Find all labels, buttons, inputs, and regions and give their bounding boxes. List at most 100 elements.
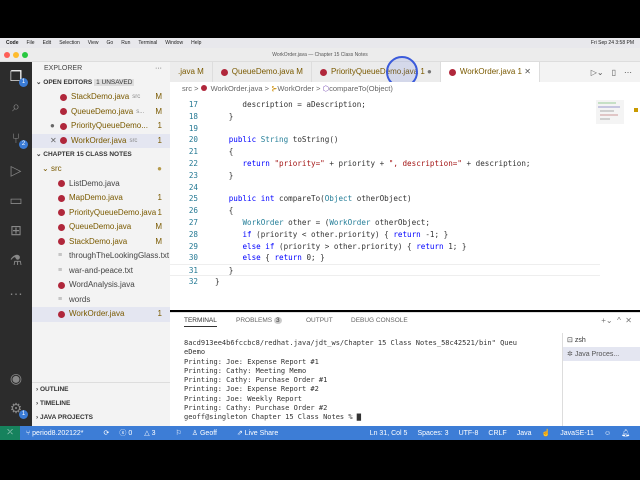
problems-indicator[interactable]: ⓧ 0 △ 3 (119, 428, 165, 438)
maximize-panel-icon[interactable]: ^ (617, 316, 621, 325)
indentation[interactable]: Spaces: 3 (417, 430, 448, 437)
folder-src[interactable]: ⌄ src ● (32, 162, 170, 177)
tab-problems[interactable]: PROBLEMS 3 (236, 317, 282, 324)
user-indicator[interactable]: ♙ Geoff (192, 429, 227, 437)
split-editor-icon[interactable]: ▯ (612, 68, 616, 77)
open-editor-item[interactable]: ● PriorityQueueDemo... 1 (32, 119, 170, 134)
file-item[interactable]: ≡ war-and-peace.txt (32, 264, 170, 279)
crumb-file[interactable]: WorkOrder.java (211, 84, 263, 93)
menu-selection[interactable]: Selection (59, 40, 80, 46)
java-projects-section[interactable]: › JAVA PROJECTS (32, 411, 170, 425)
tab-partial[interactable]: .java M (170, 62, 213, 82)
code-line[interactable]: 23 } (170, 170, 600, 182)
account-icon[interactable]: ◉ (6, 368, 26, 388)
menu-window[interactable]: Window (165, 40, 183, 46)
menu-app[interactable]: Code (6, 40, 19, 46)
close-window-button[interactable] (4, 52, 10, 58)
outline-section[interactable]: › OUTLINE (32, 383, 170, 397)
search-icon[interactable]: ⌕ (6, 96, 26, 116)
code-line[interactable]: 20 public String toString() (170, 134, 600, 146)
file-item[interactable]: ≡ throughTheLookingGlass.txt (32, 249, 170, 264)
code-line[interactable]: 26 { (170, 205, 600, 217)
code-line[interactable]: 21 { (170, 146, 600, 158)
code-line[interactable]: 32} (170, 276, 600, 288)
clock[interactable]: Fri Sep 24 3:58 PM (591, 40, 640, 46)
menu-terminal[interactable]: Terminal (138, 40, 157, 46)
remote-explorer-icon[interactable]: ▭ (6, 190, 26, 210)
menu-view[interactable]: View (88, 40, 99, 46)
more-icon[interactable]: … (6, 280, 26, 300)
explorer-icon[interactable]: ❐ 1 (6, 66, 28, 87)
crumb-method[interactable]: compareTo(Object) (329, 84, 393, 93)
code-line[interactable]: 18 } (170, 111, 600, 123)
file-item[interactable]: QueueDemo.java M (32, 220, 170, 235)
more-actions-button[interactable]: ··· (155, 62, 170, 76)
open-editor-item[interactable]: StackDemo.java src M (32, 90, 170, 105)
code-line[interactable]: 25 public int compareTo(Object otherObje… (170, 193, 600, 205)
language-mode[interactable]: Java (517, 430, 532, 437)
file-item[interactable]: WordAnalysis.java (32, 278, 170, 293)
run-icon[interactable]: ▷⌄ (591, 68, 604, 77)
code-line[interactable]: 22 return "priority=" + priority + ", de… (170, 158, 600, 170)
tab-output[interactable]: OUTPUT (306, 317, 333, 324)
open-editor-item[interactable]: ✕ WorkOrder.java src 1 (32, 133, 170, 149)
notifications-bell-icon[interactable]: 🔔︎ (621, 429, 630, 437)
code-line[interactable]: 27 WorkOrder other = (WorkOrder otherObj… (170, 217, 600, 229)
debug-status-icon[interactable]: ⚐ (175, 429, 181, 437)
more-icon[interactable]: ⋯ (624, 68, 632, 77)
code-line[interactable]: 19 (170, 123, 600, 135)
terminal-java[interactable]: ✲ Java Proces... (563, 347, 640, 361)
code-line[interactable]: 29 else if (priority > other.priority) {… (170, 241, 600, 253)
testing-icon[interactable]: ⚗ (6, 250, 26, 270)
minimap[interactable] (596, 100, 624, 124)
open-editor-marker-icon[interactable]: ● (50, 119, 60, 134)
terminal-zsh[interactable]: ⊡ zsh (563, 333, 640, 347)
menu-run[interactable]: Run (121, 40, 130, 46)
thumbs-up-icon[interactable]: ☝ (542, 429, 551, 437)
zoom-window-button[interactable] (22, 52, 28, 58)
new-terminal-icon[interactable]: +⌄ (601, 316, 612, 325)
code-line[interactable]: 24 (170, 182, 600, 194)
sync-icon[interactable]: ⟳ (104, 429, 110, 437)
feedback-icon[interactable]: ☺ (604, 430, 611, 437)
live-share-button[interactable]: ⇗ Live Share (237, 429, 288, 437)
project-header[interactable]: ⌄ CHAPTER 15 CLASS NOTES (32, 148, 170, 162)
file-item[interactable]: ListDemo.java (32, 177, 170, 192)
file-item[interactable]: ≡ words (32, 293, 170, 308)
minimize-window-button[interactable] (13, 52, 19, 58)
settings-gear-icon[interactable]: ⚙ 1 (6, 398, 28, 419)
branch-indicator[interactable]: ⑂ period8.202122* (26, 430, 94, 437)
code-line[interactable]: 31 } (170, 264, 600, 277)
open-editors-header[interactable]: ⌄ OPEN EDITORS 1 UNSAVED (32, 76, 170, 90)
crumb-src[interactable]: src (182, 84, 192, 93)
timeline-section[interactable]: › TIMELINE (32, 397, 170, 411)
line-ending[interactable]: CRLF (488, 430, 506, 437)
menu-go[interactable]: Go (107, 40, 114, 46)
close-tab-icon[interactable]: ✕ (524, 62, 531, 82)
file-item[interactable]: MapDemo.java 1 (32, 191, 170, 206)
terminal-output[interactable]: 8acd913ee4b6fccbc8/redhat.java/jdt_ws/Ch… (184, 339, 517, 423)
code-line[interactable]: 17 description = aDescription; (170, 99, 600, 111)
code-line[interactable]: 28 if (priority < other.priority) { retu… (170, 229, 600, 241)
cursor-position[interactable]: Ln 31, Col 5 (370, 430, 408, 437)
code-line[interactable]: 30 else { return 0; } (170, 252, 600, 264)
encoding[interactable]: UTF-8 (459, 430, 479, 437)
tab-priorityqueuedemo[interactable]: PriorityQueueDemo.java 1 ● (311, 62, 441, 82)
file-item[interactable]: StackDemo.java M (32, 235, 170, 250)
open-editor-item[interactable]: QueueDemo.java s... M (32, 105, 170, 120)
close-panel-icon[interactable]: ✕ (625, 316, 632, 325)
menu-edit[interactable]: Edit (43, 40, 52, 46)
remote-indicator-icon[interactable]: ⤫ (0, 426, 20, 440)
java-runtime[interactable]: JavaSE-11 (560, 430, 594, 437)
menu-help[interactable]: Help (191, 40, 201, 46)
run-debug-icon[interactable]: ▷ (6, 160, 26, 180)
tab-debug-console[interactable]: DEBUG CONSOLE (351, 317, 408, 324)
extensions-icon[interactable]: ⊞ (6, 220, 26, 240)
open-editor-marker-icon[interactable]: ✕ (50, 134, 60, 149)
menu-file[interactable]: File (27, 40, 35, 46)
code-editor[interactable]: 17 description = aDescription; 18 } 19 20 p… (170, 96, 640, 310)
file-item[interactable]: WorkOrder.java 1 (32, 307, 170, 322)
tab-queuedemo[interactable]: QueueDemo.java M (212, 62, 312, 82)
crumb-class[interactable]: WorkOrder (277, 84, 314, 93)
source-control-icon[interactable]: ⑂ 2 (6, 128, 28, 149)
